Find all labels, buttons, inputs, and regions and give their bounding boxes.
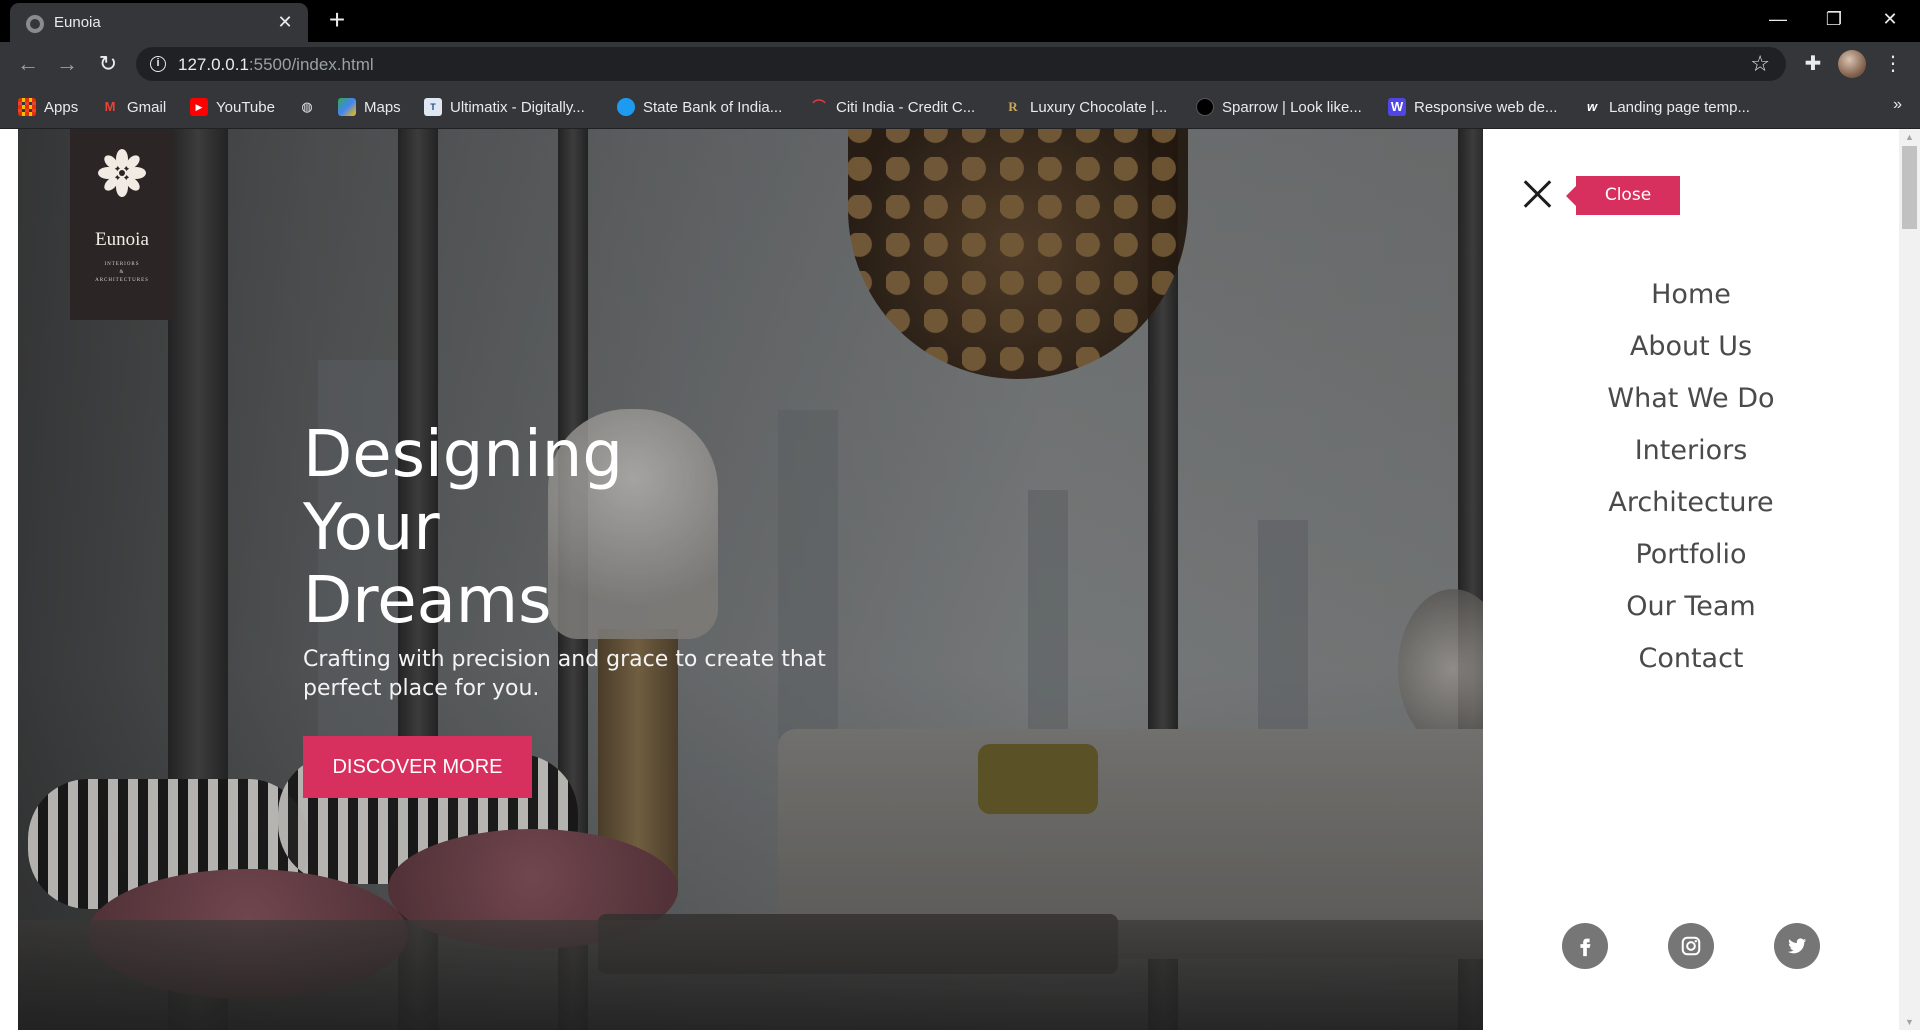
gmail-icon: M bbox=[104, 99, 116, 114]
profile-avatar[interactable] bbox=[1838, 50, 1866, 78]
side-menu-list: Home About Us What We Do Interiors Archi… bbox=[1483, 269, 1899, 685]
hero-title-line: Dreams bbox=[303, 564, 552, 638]
bookmarks-overflow-icon[interactable]: » bbox=[1893, 96, 1902, 114]
flower-logo-icon bbox=[98, 149, 146, 197]
bookmark-sbi[interactable]: State Bank of India... bbox=[617, 96, 782, 118]
facebook-icon bbox=[1580, 938, 1591, 957]
hero-section: Eunoia INTERIORS & ARCHITECTURES Designi… bbox=[18, 129, 1483, 1030]
bookmark-sparrow[interactable]: Sparrow | Look like... bbox=[1196, 96, 1362, 118]
bookmark-responsive[interactable]: W Responsive web de... bbox=[1388, 96, 1557, 118]
bookmark-label: Gmail bbox=[127, 98, 167, 116]
extensions-icon[interactable]: ✚ bbox=[1800, 51, 1826, 77]
menu-kebab-icon[interactable]: ⋮ bbox=[1880, 51, 1906, 77]
menu-item-contact[interactable]: Contact bbox=[1483, 633, 1899, 685]
bookmark-maps[interactable]: Maps bbox=[338, 96, 401, 118]
url-host: 127.0.0.1 bbox=[178, 55, 249, 74]
bookmark-apps[interactable]: Apps bbox=[18, 96, 78, 118]
apps-grid-icon bbox=[18, 98, 36, 116]
instagram-link[interactable] bbox=[1668, 923, 1714, 969]
url-text[interactable]: 127.0.0.1:5500/index.html bbox=[178, 55, 374, 75]
logo-subtitle: INTERIORS & ARCHITECTURES bbox=[70, 261, 174, 285]
bookmark-ultimatix[interactable]: T Ultimatix - Digitally... bbox=[424, 96, 585, 118]
logo-sub-line: ARCHITECTURES bbox=[95, 278, 149, 283]
bookmark-label: Ultimatix - Digitally... bbox=[450, 98, 585, 116]
info-icon[interactable]: i bbox=[150, 56, 166, 72]
site-logo[interactable]: Eunoia INTERIORS & ARCHITECTURES bbox=[70, 129, 174, 320]
hero-title-line: Designing bbox=[303, 418, 623, 492]
maps-icon bbox=[338, 98, 356, 116]
address-bar[interactable]: i 127.0.0.1:5500/index.html ☆ bbox=[136, 47, 1786, 81]
tab-title: Eunoia bbox=[54, 14, 101, 31]
bookmark-label: Responsive web de... bbox=[1414, 98, 1558, 116]
bookmark-label: Landing page temp... bbox=[1609, 98, 1750, 116]
hero-title-line: Your bbox=[303, 491, 440, 565]
bookmark-gmail[interactable]: M Gmail bbox=[101, 96, 167, 118]
w-logo-icon: w bbox=[1586, 99, 1598, 114]
minimize-icon[interactable]: — bbox=[1750, 0, 1806, 40]
bookmark-label: Citi India - Credit C... bbox=[836, 98, 976, 116]
discover-more-button[interactable]: DISCOVER MORE bbox=[303, 736, 532, 798]
bookmark-label: YouTube bbox=[216, 98, 275, 116]
citi-icon: ⌒ bbox=[812, 99, 826, 114]
restore-icon[interactable]: ❐ bbox=[1806, 0, 1862, 40]
sparrow-icon bbox=[1196, 98, 1214, 116]
bookmark-chocolate[interactable]: R Luxury Chocolate |... bbox=[1004, 96, 1167, 118]
scroll-up-arrow-icon[interactable]: ▲ bbox=[1899, 129, 1920, 145]
sbi-icon bbox=[617, 98, 635, 116]
hero-overlay bbox=[18, 129, 1483, 1030]
logo-sub-line: & bbox=[119, 270, 125, 275]
bookmark-label: Apps bbox=[44, 98, 79, 116]
bookmark-star-icon[interactable]: ☆ bbox=[1750, 51, 1770, 77]
tata-icon: T bbox=[424, 98, 442, 116]
side-menu: Close Home About Us What We Do Interiors… bbox=[1483, 129, 1899, 1030]
menu-item-portfolio[interactable]: Portfolio bbox=[1483, 529, 1899, 581]
bookmark-youtube[interactable]: ▶ YouTube bbox=[190, 96, 275, 118]
hero-subtitle: Crafting with precision and grace to cre… bbox=[303, 647, 826, 701]
twitter-link[interactable] bbox=[1774, 923, 1820, 969]
hero-title: Designing Your Dreams bbox=[303, 419, 723, 638]
bookmark-citi[interactable]: ⌒ Citi India - Credit C... bbox=[810, 96, 975, 118]
menu-item-about-us[interactable]: About Us bbox=[1483, 321, 1899, 373]
menu-item-what-we-do[interactable]: What We Do bbox=[1483, 373, 1899, 425]
bookmark-label: Luxury Chocolate |... bbox=[1030, 98, 1168, 116]
twitter-icon bbox=[1787, 938, 1807, 954]
reload-icon[interactable]: ↻ bbox=[94, 50, 122, 78]
menu-item-architecture[interactable]: Architecture bbox=[1483, 477, 1899, 529]
globe-icon: ◍ bbox=[301, 99, 313, 114]
menu-item-our-team[interactable]: Our Team bbox=[1483, 581, 1899, 633]
menu-item-interiors[interactable]: Interiors bbox=[1483, 425, 1899, 477]
forward-arrow-icon[interactable]: → bbox=[53, 50, 81, 78]
browser-tab[interactable]: Eunoia ✕ bbox=[10, 3, 308, 42]
close-icon[interactable] bbox=[1523, 179, 1553, 209]
logo-sub-line: INTERIORS bbox=[104, 262, 140, 267]
bookmark-label: Maps bbox=[364, 98, 401, 116]
new-tab-button[interactable]: + bbox=[323, 6, 351, 34]
bookmark-label: Sparrow | Look like... bbox=[1222, 98, 1362, 116]
bookmark-landing[interactable]: w Landing page temp... bbox=[1583, 96, 1750, 118]
bookmark-globe[interactable]: ◍ bbox=[298, 96, 324, 118]
url-path: :5500/index.html bbox=[248, 55, 374, 74]
window-close-icon[interactable]: ✕ bbox=[1862, 0, 1918, 40]
bookmarks-bar: Apps M Gmail ▶ YouTube ◍ Maps T Ultimati… bbox=[0, 86, 1920, 129]
instagram-icon bbox=[1681, 936, 1701, 956]
w-icon: W bbox=[1388, 98, 1406, 116]
scroll-down-arrow-icon[interactable]: ▼ bbox=[1899, 1014, 1920, 1030]
menu-item-home[interactable]: Home bbox=[1483, 269, 1899, 321]
back-arrow-icon[interactable]: ← bbox=[14, 50, 42, 78]
youtube-icon: ▶ bbox=[190, 98, 208, 116]
scroll-thumb[interactable] bbox=[1902, 146, 1917, 229]
facebook-link[interactable] bbox=[1562, 923, 1608, 969]
browser-toolbar: ← → ↻ i 127.0.0.1:5500/index.html ☆ ✚ ⋮ bbox=[0, 42, 1920, 86]
logo-name: Eunoia bbox=[95, 229, 149, 250]
tab-strip: Eunoia ✕ + — ❐ ✕ bbox=[0, 0, 1920, 42]
bookmark-label: State Bank of India... bbox=[643, 98, 783, 116]
page-viewport: Eunoia INTERIORS & ARCHITECTURES Designi… bbox=[0, 129, 1920, 1030]
globe-icon bbox=[26, 15, 44, 33]
close-button[interactable]: Close bbox=[1566, 176, 1680, 215]
close-tab-icon[interactable]: ✕ bbox=[274, 11, 296, 33]
page-scrollbar[interactable]: ▲ ▼ bbox=[1899, 129, 1920, 1030]
r-icon: R bbox=[1008, 99, 1018, 114]
